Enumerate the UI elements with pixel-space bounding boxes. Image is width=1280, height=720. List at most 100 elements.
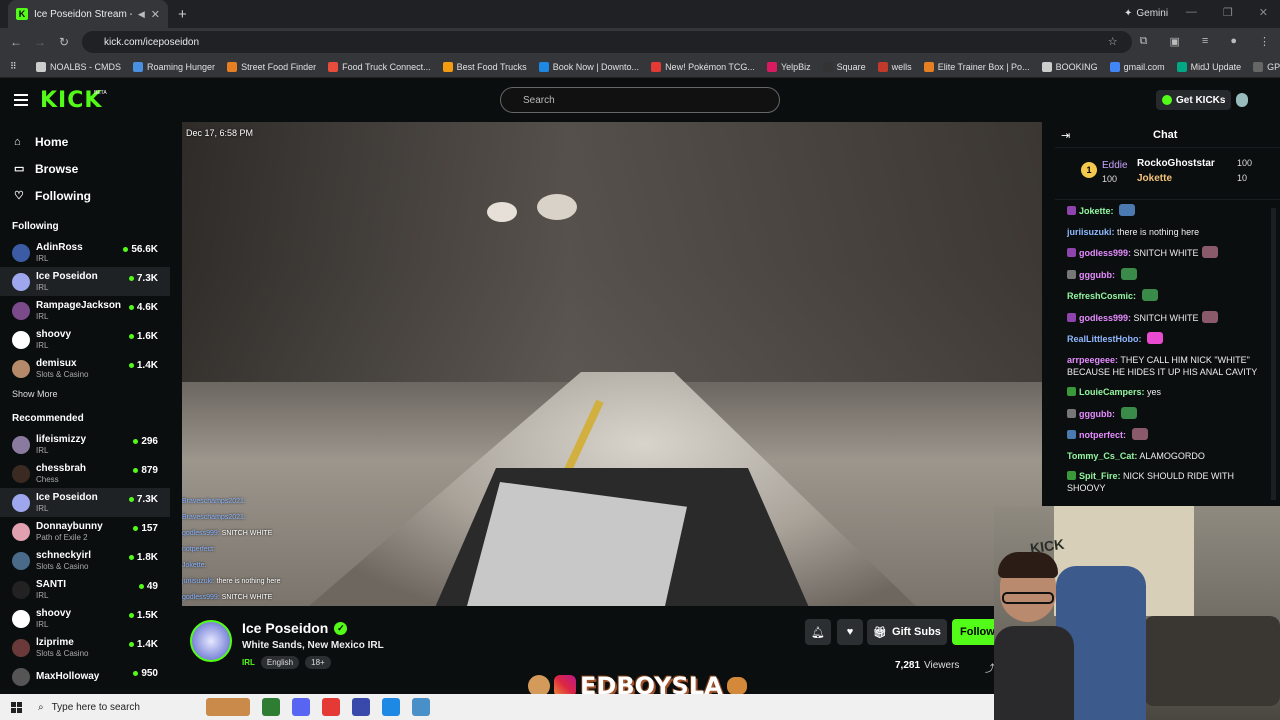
sidebar-channel[interactable]: lziprime Slots & Casino 1.4K [0,633,170,662]
bookmark-item[interactable]: Food Truck Connect... [328,61,431,72]
bookmark-star-icon[interactable]: ☆ [1108,35,1118,48]
bookmark-item[interactable]: gmail.com [1109,61,1165,72]
bookmark-item[interactable]: NOALBS - CMDS [36,61,121,72]
taskbar-app-icon[interactable] [322,698,340,716]
menu-hamburger-icon[interactable] [14,94,28,106]
sidebar-channel[interactable]: schneckyirl Slots & Casino 1.8K [0,546,170,575]
chat-message: RefreshCosmic: [1067,289,1272,302]
bookmark-item[interactable]: GPT [1253,61,1280,72]
chat-scrollbar[interactable] [1271,208,1276,500]
chat-username[interactable]: juriisuzuki: [1067,227,1115,237]
taskbar-app-icon[interactable] [206,698,250,716]
bookmark-item[interactable]: Square [822,61,866,72]
chat-username[interactable]: gggubb: [1079,409,1115,419]
menu-icon[interactable]: ⋮ [1259,35,1270,48]
chat-emote-icon [1120,406,1137,419]
collapse-chat-icon[interactable]: ⇥ [1061,129,1070,142]
category-link[interactable]: IRL [242,658,255,667]
bookmark-item[interactable]: Street Food Finder [227,61,317,72]
apps-grid-icon[interactable]: ⠿ [10,61,17,72]
taskbar-app-icon[interactable] [382,698,400,716]
maximize-icon[interactable]: ❐ [1223,6,1233,19]
bookmark-item[interactable]: Best Food Trucks [442,61,527,72]
bookmark-item[interactable]: Roaming Hunger [133,61,215,72]
sidebar-channel[interactable]: RampageJackson IRL 4.6K [0,296,170,325]
gift-subs-button[interactable]: 🎁︎ Gift Subs [867,619,947,645]
notification-bell-button[interactable]: 🔔︎ [805,619,831,645]
chat-username[interactable]: LouieCampers: [1079,387,1145,397]
get-kicks-button[interactable]: Get KICKs [1156,90,1232,110]
video-player[interactable]: Dec 17, 6:58 PM Braveschamps2021: Braves… [182,122,1042,606]
sidebar-channel[interactable]: demisux Slots & Casino 1.4K [0,354,170,383]
sidebar-channel[interactable]: SANTI IRL 49 [0,575,170,604]
taskbar-app-icon[interactable] [262,698,280,716]
bookmark-item[interactable]: MidJ Update [1176,61,1241,72]
sidebar-channel[interactable]: AdinRoss IRL 56.6K [0,238,170,267]
gifter-name[interactable]: RockoGhoststar [1137,158,1215,169]
video-light [537,194,577,220]
search-input[interactable]: Search [500,87,780,113]
sidebar-channel[interactable]: lifeismizzy IRL 296 [0,430,170,459]
new-tab-button[interactable]: + [178,6,187,23]
chat-username[interactable]: Spit_Fire: [1079,471,1121,481]
sidebar-channel[interactable]: Donnaybunny Path of Exile 2 157 [0,517,170,546]
audio-icon[interactable]: ◀︎ [138,9,145,20]
chat-username[interactable]: arrpeegeee: [1067,355,1118,365]
close-window-icon[interactable]: ✕ [1259,6,1268,19]
gifter-name[interactable]: Jokette [1137,173,1172,184]
sidebar-channel[interactable]: Ice Poseidon IRL 7.3K [0,267,170,296]
bookmark-item[interactable]: YelpBiz [766,61,811,72]
sidebar-channel[interactable]: Ice Poseidon IRL 7.3K [0,488,170,517]
bookmark-label: Street Food Finder [241,61,317,72]
gemini-button[interactable]: ✦ Gemini [1124,8,1168,19]
tag-language[interactable]: English [260,656,300,669]
url-field[interactable]: kick.com/iceposeidon [82,31,1132,53]
minimize-icon[interactable]: — [1186,6,1197,19]
tab-close-icon[interactable]: ✕ [151,8,160,21]
user-avatar-icon[interactable] [1236,93,1248,107]
follow-button[interactable]: Follow [952,619,998,645]
taskbar-app-icon[interactable] [352,698,370,716]
channel-name[interactable]: Ice Poseidon [242,620,328,636]
chat-username[interactable]: Tommy_Cs_Cat: [1067,451,1137,461]
cast-icon[interactable]: ▣ [1170,35,1180,48]
taskbar-app-icon[interactable] [292,698,310,716]
bookmark-item[interactable]: Elite Trainer Box | Po... [923,61,1030,72]
channel-category: IRL [36,253,49,263]
browser-tab[interactable]: K Ice Poseidon Stream - Wat ◀︎ ✕ [8,0,168,28]
chat-username[interactable]: godless999: [1079,248,1131,258]
chat-username[interactable]: godless999: [1079,313,1131,323]
profile-icon[interactable]: ● [1230,35,1237,48]
sidebar-channel[interactable]: MaxHolloway 950 [0,662,170,691]
taskbar-search[interactable]: ⌕ Type here to search [32,702,170,713]
chat-username[interactable]: Jokette: [1079,206,1114,216]
channel-avatar[interactable] [190,620,232,662]
bookmark-item[interactable]: New! Pokémon TCG... [651,61,755,72]
gifter-name[interactable]: Eddie [1102,160,1128,171]
sidebar-channel[interactable]: shoovy IRL 1.5K [0,604,170,633]
tag-mature[interactable]: 18+ [305,656,331,669]
channel-category: IRL [36,445,49,455]
sidebar-nav-browse[interactable]: ▭ Browse [0,155,170,182]
show-more-link[interactable]: Show More [0,383,170,399]
sidebar-channel[interactable]: shoovy IRL 1.6K [0,325,170,354]
sidebar-nav-following[interactable]: ♡ Following [0,182,170,209]
sidebar-nav-home[interactable]: ⌂ Home [0,128,170,155]
chat-username[interactable]: RealLittlestHobo: [1067,334,1142,344]
bookmark-item[interactable]: BOOKING [1041,61,1098,72]
start-button[interactable] [0,701,32,713]
chat-username[interactable]: gggubb: [1079,270,1115,280]
taskbar-app-icon[interactable] [412,698,430,716]
bookmark-item[interactable]: Book Now | Downto... [538,61,639,72]
sidebar-nav-label: Following [35,188,91,203]
forward-icon[interactable]: → [28,35,52,49]
bookmark-item[interactable]: wells [877,61,912,72]
chat-username[interactable]: notperfect: [1079,430,1126,440]
back-icon[interactable]: ← [4,35,28,49]
favorite-button[interactable]: ♥ [837,619,863,645]
extensions-icon[interactable]: ⧉ [1140,35,1148,48]
media-icon[interactable]: ≡ [1202,35,1208,48]
chat-username[interactable]: RefreshCosmic: [1067,291,1136,301]
reload-icon[interactable]: ↻ [52,35,76,49]
sidebar-channel[interactable]: chessbrah Chess 879 [0,459,170,488]
